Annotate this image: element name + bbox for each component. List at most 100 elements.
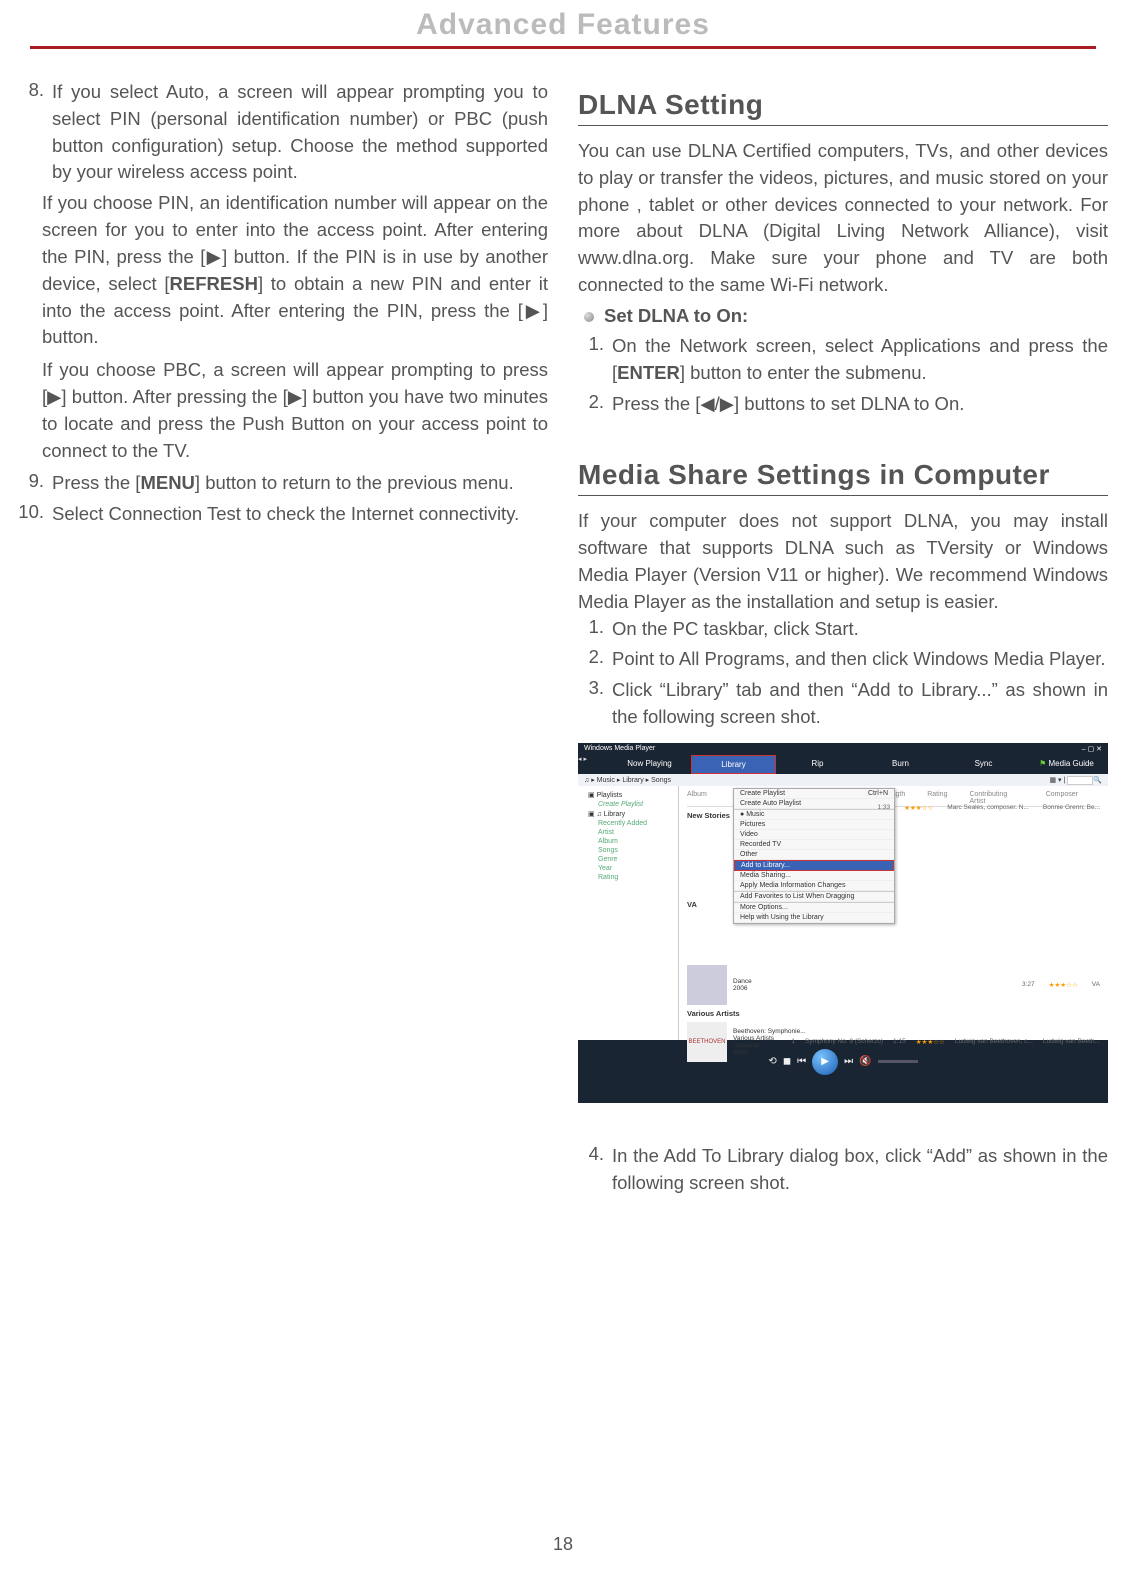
col-composer[interactable]: Composer bbox=[1046, 791, 1078, 805]
view-icons[interactable]: ▦ ▾ | bbox=[1050, 777, 1068, 784]
step-number: 1. bbox=[578, 333, 604, 387]
menu-add-favorites[interactable]: Add Favorites to List When Dragging bbox=[734, 891, 894, 902]
side-library[interactable]: ▣ ♫ Library bbox=[582, 809, 674, 819]
step-text: Press the [MENU] button to return to the… bbox=[52, 470, 548, 497]
menu-video[interactable]: Video bbox=[734, 830, 894, 840]
track3: BEETHOVEN Beethoven: Symphonie... Variou… bbox=[687, 1022, 1100, 1062]
page-number: 18 bbox=[0, 1534, 1126, 1555]
menu-more-options[interactable]: More Options... bbox=[734, 902, 894, 913]
step-text: If you select Auto, a screen will appear… bbox=[52, 79, 548, 186]
library-dropdown-menu: Create PlaylistCtrl+N Create Auto Playli… bbox=[733, 788, 895, 924]
col-rating[interactable]: Rating bbox=[927, 791, 947, 805]
step-text: Point to All Programs, and then click Wi… bbox=[612, 646, 1108, 673]
track3-year: 2002 bbox=[733, 1049, 806, 1056]
step-number: 2. bbox=[578, 646, 604, 673]
media-step-4: 4. In the Add To Library dialog box, cli… bbox=[578, 1143, 1108, 1197]
rating-stars-icon: ★★★☆☆ bbox=[1049, 981, 1078, 989]
wmp-sidebar: ▣ Playlists Create Playlist ▣ ♫ Library … bbox=[578, 786, 679, 1040]
header-divider bbox=[30, 46, 1096, 49]
step-number: 10. bbox=[18, 501, 44, 528]
col-album[interactable]: Album bbox=[687, 791, 707, 805]
side-artist[interactable]: Artist bbox=[582, 828, 674, 837]
step-10: 10. Select Connection Test to check the … bbox=[18, 501, 548, 528]
dlna-step-1: 1. On the Network screen, select Applica… bbox=[578, 333, 1108, 387]
left-column: 8. If you select Auto, a screen will app… bbox=[18, 79, 548, 1200]
search-input[interactable] bbox=[1067, 776, 1093, 785]
wmp-breadcrumb-bar: ♫ ▸ Music ▸ Library ▸ Songs ▦ ▾ | 🔍 bbox=[578, 774, 1108, 786]
wmp-body: ▣ Playlists Create Playlist ▣ ♫ Library … bbox=[578, 786, 1108, 1040]
tab-burn[interactable]: Burn bbox=[859, 755, 942, 774]
track1-artist: Marc Seales, composer. N... bbox=[947, 804, 1029, 812]
tab-rip[interactable]: Rip bbox=[776, 755, 859, 774]
dlna-intro: You can use DLNA Certified computers, TV… bbox=[578, 138, 1108, 299]
wmp-breadcrumb[interactable]: ♫ ▸ Music ▸ Library ▸ Songs bbox=[584, 776, 671, 784]
side-rating[interactable]: Rating bbox=[582, 873, 674, 882]
sec-various-artists: Various Artists bbox=[687, 1009, 1100, 1018]
track3-piece: Symphony No. 9 (Scherzo) bbox=[805, 1038, 883, 1046]
menu-recorded-tv[interactable]: Recorded TV bbox=[734, 840, 894, 850]
step-text: On the Network screen, select Applicatio… bbox=[612, 333, 1108, 387]
side-year[interactable]: Year bbox=[582, 864, 674, 873]
step-number: 1. bbox=[578, 616, 604, 643]
track2-length: 3:27 bbox=[1022, 981, 1035, 989]
track2-genre: Dance bbox=[733, 978, 752, 985]
tab-library[interactable]: Library bbox=[691, 755, 776, 774]
step-text: Press the [◀/▶] buttons to set DLNA to O… bbox=[612, 391, 1108, 418]
step-number: 3. bbox=[578, 677, 604, 731]
tab-now-playing[interactable]: Now Playing bbox=[608, 755, 691, 774]
wmp-screenshot: Windows Media Player – ▢ ✕ ◂ ▸ Now Playi… bbox=[578, 743, 1108, 1103]
two-column-layout: 8. If you select Auto, a screen will app… bbox=[0, 79, 1126, 1200]
col-contrib[interactable]: Contributing Artist bbox=[969, 791, 1023, 805]
side-playlists[interactable]: ▣ Playlists bbox=[582, 790, 674, 800]
track2-artist: VA bbox=[1092, 981, 1100, 989]
tab-media-guide[interactable]: ⚑ Media Guide bbox=[1025, 755, 1108, 774]
media-step-2: 2. Point to All Programs, and then click… bbox=[578, 646, 1108, 673]
bullet-icon bbox=[584, 312, 594, 322]
dlna-step-2: 2. Press the [◀/▶] buttons to set DLNA t… bbox=[578, 391, 1108, 418]
window-controls[interactable]: – ▢ ✕ bbox=[1082, 745, 1102, 753]
step-number: 4. bbox=[578, 1143, 604, 1197]
track2: Dance 2006 3:27 ★★★☆☆ VA bbox=[687, 965, 1100, 1005]
step-number: 9. bbox=[18, 470, 44, 497]
step-8-sub-pin: If you choose PIN, an identification num… bbox=[42, 190, 548, 351]
track1-composer: Bonnie Grenn; Be... bbox=[1043, 804, 1100, 812]
menu-media-sharing[interactable]: Media Sharing... bbox=[734, 871, 894, 881]
side-genre[interactable]: Genre bbox=[582, 855, 674, 864]
track3-title: Beethoven: Symphonie... bbox=[733, 1028, 806, 1035]
wmp-app-title: Windows Media Player bbox=[584, 745, 655, 753]
step-text: Select Connection Test to check the Inte… bbox=[52, 501, 548, 528]
menu-apply-media-info[interactable]: Apply Media Information Changes bbox=[734, 881, 894, 891]
side-songs[interactable]: Songs bbox=[582, 846, 674, 855]
media-heading: Media Share Settings in Computer bbox=[578, 459, 1108, 496]
menu-help[interactable]: Help with Using the Library bbox=[734, 913, 894, 923]
step-text: On the PC taskbar, click Start. bbox=[612, 616, 1108, 643]
track2-year: 2006 bbox=[733, 985, 752, 992]
media-intro: If your computer does not support DLNA, … bbox=[578, 508, 1108, 615]
side-create-playlist[interactable]: Create Playlist bbox=[582, 800, 674, 809]
album-cover-icon bbox=[687, 965, 727, 1005]
menu-create-playlist[interactable]: Create PlaylistCtrl+N bbox=[734, 789, 894, 799]
menu-music[interactable]: ● Music bbox=[734, 809, 894, 820]
step-number: 8. bbox=[18, 79, 44, 186]
step-text: Click “Library” tab and then “Add to Lib… bbox=[612, 677, 1108, 731]
tab-sync[interactable]: Sync bbox=[942, 755, 1025, 774]
track3-no: 1 bbox=[791, 1038, 795, 1046]
menu-add-to-library[interactable]: Add to Library... bbox=[734, 860, 894, 871]
track3-composer: Ludwig van Beeth... bbox=[1043, 1038, 1100, 1046]
media-step-1: 1. On the PC taskbar, click Start. bbox=[578, 616, 1108, 643]
wmp-titlebar: Windows Media Player – ▢ ✕ bbox=[578, 743, 1108, 755]
menu-create-auto-playlist[interactable]: Create Auto Playlist bbox=[734, 799, 894, 809]
page-header: Advanced Features bbox=[0, 0, 1126, 46]
track3-artist: Ludwig van Beethoven, c... bbox=[955, 1038, 1033, 1046]
track3-length: 1:15 bbox=[893, 1038, 906, 1046]
side-recently-added[interactable]: Recently Added bbox=[582, 819, 674, 828]
side-album[interactable]: Album bbox=[582, 837, 674, 846]
rating-stars-icon: ★★★☆☆ bbox=[916, 1038, 945, 1046]
wmp-nav-arrows[interactable]: ◂ ▸ bbox=[578, 755, 608, 774]
step-text: In the Add To Library dialog box, click … bbox=[612, 1143, 1108, 1197]
wmp-main: Album Title Length Rating Contributing A… bbox=[679, 786, 1108, 1040]
menu-other[interactable]: Other bbox=[734, 850, 894, 860]
dlna-bullet: Set DLNA to On: bbox=[604, 305, 748, 327]
menu-pictures[interactable]: Pictures bbox=[734, 820, 894, 830]
track1-row: 1:33 ★★★☆☆ Marc Seales, composer. N... B… bbox=[877, 804, 1100, 812]
